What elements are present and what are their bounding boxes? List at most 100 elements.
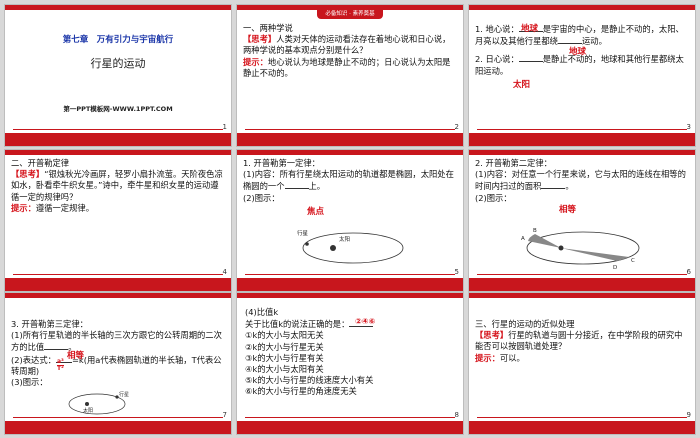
blank-line (44, 341, 69, 351)
think-tag: 【思考】 (475, 330, 509, 341)
think-paragraph: 【思考】“银烛秋光冷画屏，轻罗小扇扑流萤。天阶夜色凉如水，卧看牵牛织女星。”诗中… (11, 169, 225, 203)
slide-content: 二、开普勒定律 【思考】“银烛秋光冷画屏，轻罗小扇扑流萤。天阶夜色凉如水，卧看牵… (11, 158, 225, 214)
law-content: (1)内容：所有行星绕太阳运动的轨道都是椭圆，太阳处在椭圆的一个 上。 (243, 169, 457, 192)
ellipse-orbit-figure: 行星 太阳 (297, 229, 404, 264)
hint-paragraph: 提示：地心说认为地球是静止不动的；日心说认为太阳是静止不动的。 (243, 57, 457, 79)
slide-top-bar (469, 5, 695, 10)
slide-number: 1 (222, 123, 227, 131)
handwritten-answer: ②④⑥ (355, 317, 376, 326)
slide-bottom-line (245, 417, 455, 418)
sun-label: 太阳 (339, 235, 350, 243)
sun-dot (85, 402, 89, 406)
question-text: 关于比值k的说法正确的是： (245, 319, 350, 330)
planet-label: 行星 (297, 229, 309, 237)
slide-bottom-line (477, 417, 687, 418)
slide-bottom-line (477, 274, 687, 275)
point-label-c: C (631, 258, 635, 264)
think-tag: 【思考】 (243, 34, 277, 45)
slide-thumbnail-9[interactable]: 三、行星的运动的近似处理 【思考】行星的轨道与圆十分接近，在中学阶段的研究中能否… (468, 292, 696, 435)
slide-content: 3. 开普勒第三定律： (1)所有行星轨道的半长轴的三次方跟它的公转周期的二次方… (11, 319, 225, 388)
figure-label: (3)图示： (11, 377, 48, 388)
figure-label: (2)图示： (243, 192, 280, 203)
planet-label: 行星 (119, 391, 129, 398)
slide-thumbnail-8[interactable]: (4)比值k 关于比值k的说法正确的是： ①k的大小与太阳无关 ②k的大小与行星… (236, 292, 464, 435)
law-content: (1)内容：对任意一个行星来说，它与太阳的连线在相等的时间内扫过的面积。 (475, 169, 689, 192)
slide-thumbnail-7[interactable]: 3. 开普勒第三定律： (1)所有行星轨道的半长轴的三次方跟它的公转周期的二次方… (4, 292, 232, 435)
slide-bottom-line (13, 417, 223, 418)
handwritten-fraction: a³ T² (57, 359, 64, 372)
handwritten-answer: 地球 (569, 47, 587, 57)
slide-thumbnail-5[interactable]: 1. 开普勒第一定律： (1)内容：所有行星绕太阳运动的轨道都是椭圆，太阳处在椭… (236, 149, 464, 292)
sun-dot (558, 245, 564, 251)
figure-label: (2)图示： (475, 192, 512, 203)
slide-thumbnail-2[interactable]: 必备知识 · 素养奠基 一、两种学说 【思考】人类对天体的运动看法存在着地心说和… (236, 4, 464, 147)
slide-number: 2 (454, 123, 459, 131)
slide-number: 6 (686, 268, 691, 276)
slide-bottom-bar (5, 421, 231, 434)
question-line: 关于比值k的说法正确的是： (245, 318, 457, 330)
orbit-ellipse (302, 232, 404, 264)
think-paragraph: 【思考】行星的轨道与圆十分接近，在中学阶段的研究中能否可以按圆轨道处理？ (475, 330, 689, 352)
planet-dot (305, 242, 309, 246)
point-label-b: B (533, 228, 537, 234)
slide-top-bar (5, 293, 231, 298)
slide-bottom-line (477, 129, 687, 130)
section-badge: 必备知识 · 素养奠基 (317, 10, 383, 19)
law-end: 。 (565, 181, 574, 192)
law-heading: 2. 开普勒第二定律： (475, 158, 552, 168)
slide-thumbnail-grid: 第七章 万有引力与宇宙航行 行星的运动 第一PPT模板网-WWW.1PPT.CO… (0, 0, 700, 438)
handwritten-answer: 相等 (67, 351, 85, 361)
swept-area-right (561, 248, 629, 261)
heliocentric-label: 2. 日心说： (475, 54, 519, 65)
point-label-a: A (521, 236, 525, 242)
slide-number: 4 (222, 268, 227, 276)
fraction-denominator: T² (57, 365, 64, 372)
section-heading: 三、行星的运动的近似处理 (475, 319, 575, 329)
option-item: ⑤k的大小与行星的线速度大小有关 (245, 375, 374, 386)
slide-thumbnail-1[interactable]: 第七章 万有引力与宇宙航行 行星的运动 第一PPT模板网-WWW.1PPT.CO… (4, 4, 232, 147)
blank-line (541, 180, 566, 190)
option-item: ③k的大小与行星有关 (245, 352, 324, 363)
law-text: (1)所有行星轨道的半长轴的三次方跟它的公转周期的二次方的比值 (11, 330, 222, 353)
slide-thumbnail-4[interactable]: 二、开普勒定律 【思考】“银烛秋光冷画屏，轻罗小扇扑流萤。天阶夜色凉如水，卧看牵… (4, 149, 232, 292)
section-heading: 一、两种学说 (243, 23, 293, 33)
slide-bottom-line (245, 129, 455, 130)
blank-line (557, 35, 582, 45)
formula-line: (2)表达式： =k(用a代表椭圆轨道的半长轴，T代表公转周期) (11, 354, 225, 377)
hint-paragraph: 提示：遵循一定规律。 (11, 203, 225, 214)
slide-top-bar (469, 293, 695, 298)
slide-bottom-bar (469, 278, 695, 291)
law-heading: 1. 开普勒第一定律： (243, 158, 320, 168)
slide-number: 3 (686, 123, 691, 131)
slide-bottom-line (13, 274, 223, 275)
think-paragraph: 【思考】人类对天体的运动看法存在着地心说和日心说，两种学说的基本观点分别是什么？ (243, 34, 457, 56)
equal-area-figure: A B C D (521, 228, 640, 270)
law-text: (1)内容：对任意一个行星来说，它与太阳的连线在相等的时间内扫过的面积 (475, 169, 686, 192)
slide-bottom-line (245, 274, 455, 275)
slide-thumbnail-3[interactable]: 1. 地心说： 是宇宙的中心，是静止不动的，太阳、月亮以及其他行星都绕 运动。 2.… (468, 4, 696, 147)
option-item: ④k的大小与太阳有关 (245, 364, 324, 375)
law-content: (1)所有行星轨道的半长轴的三次方跟它的公转周期的二次方的比值。 (11, 330, 225, 353)
hint-paragraph: 提示：可以。 (475, 353, 689, 364)
option-item: ②k的大小与行星无关 (245, 341, 324, 352)
slide-top-bar (5, 5, 231, 10)
hint-text: 可以。 (499, 352, 525, 363)
think-tag: 【思考】 (11, 169, 45, 180)
slide-content: 2. 开普勒第二定律： (1)内容：对任意一个行星来说，它与太阳的连线在相等的时… (475, 158, 689, 204)
option-item: ①k的大小与太阳无关 (245, 330, 324, 341)
slide-number: 7 (222, 411, 227, 419)
subheading: (4)比值k (245, 307, 279, 317)
slide-top-bar (237, 293, 463, 298)
hint-text: 遵循一定规律。 (35, 202, 94, 213)
blank-line (284, 180, 309, 190)
slide-bottom-bar (237, 133, 463, 146)
slide-thumbnail-6[interactable]: 2. 开普勒第二定律： (1)内容：对任意一个行星来说，它与太阳的连线在相等的时… (468, 149, 696, 292)
template-footer: 第一PPT模板网-WWW.1PPT.COM (63, 105, 173, 113)
option-item: ⑥k的大小与行星的角速度无关 (245, 386, 357, 397)
geocentric-paragraph: 1. 地心说： 是宇宙的中心，是静止不动的，太阳、月亮以及其他行星都绕 运动。 (475, 23, 689, 47)
hint-tag: 提示： (11, 202, 36, 213)
handwritten-answer: 太阳 (513, 80, 531, 90)
handwritten-answer: 相等 (559, 205, 577, 215)
section-heading: 二、开普勒定律 (11, 158, 70, 168)
slide-top-bar (237, 150, 463, 155)
